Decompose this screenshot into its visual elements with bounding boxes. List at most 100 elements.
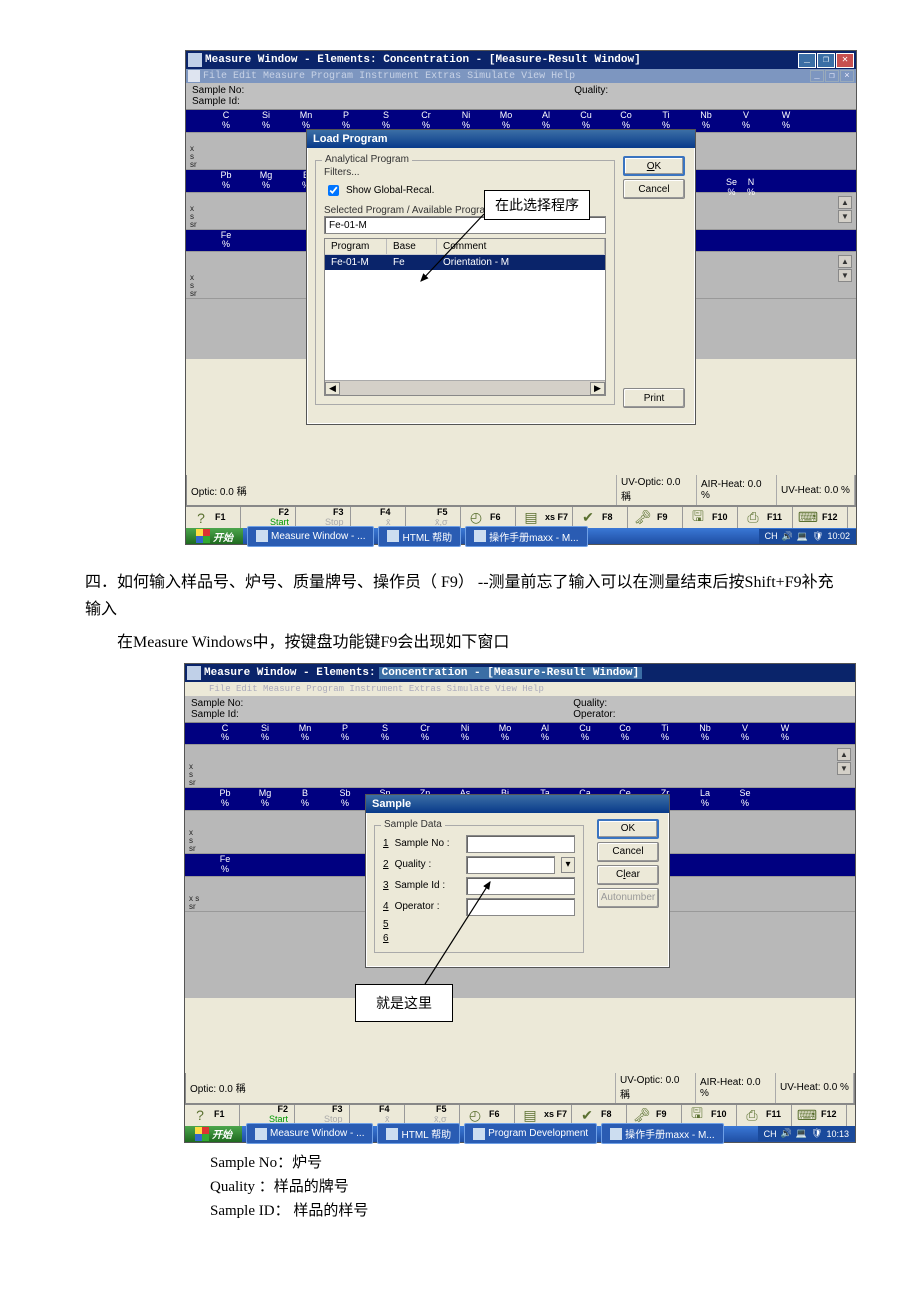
sample-info: Sample No: Sample Id: Quality: — [186, 83, 856, 110]
tray-sound-icon[interactable]: 🔊 — [781, 1128, 792, 1139]
taskbar-item[interactable]: HTML 帮助 — [378, 526, 461, 547]
taskbar-item[interactable]: Program Development — [464, 1123, 597, 1144]
fkey-f11[interactable]: ⎙F11 — [737, 1105, 792, 1126]
row-accel-4[interactable]: 4 — [383, 901, 389, 912]
callout-select-program: 在此选择程序 — [484, 190, 590, 220]
taskbar-item[interactable]: 操作手册maxx - M... — [601, 1123, 723, 1144]
col-program: Program — [325, 239, 387, 254]
program-list[interactable]: Program Base Comment Fe-01-M Fe Orientat… — [324, 238, 606, 396]
fkey-f10[interactable]: 🖫F10 — [683, 507, 738, 528]
tray-sound-icon[interactable]: 🔊 — [782, 531, 793, 542]
taskbar-app-icon — [473, 1128, 485, 1140]
fkey-f1[interactable]: ?F1 — [185, 1105, 240, 1126]
F1-icon: ? — [189, 1104, 211, 1126]
element-c: C% — [206, 110, 246, 132]
mdi-min-icon[interactable]: _ — [810, 70, 824, 82]
menu-file[interactable]: File — [203, 71, 227, 82]
window-title-text: Measure Window - Elements: Concentration… — [205, 54, 641, 66]
fkey-f1[interactable]: ?F1 — [186, 507, 241, 528]
start-button[interactable]: 开始 — [185, 1126, 242, 1142]
taskbar-app-icon — [474, 530, 486, 542]
def-sample-no: Sample No：炉号 — [210, 1151, 710, 1175]
row-accel-1[interactable]: 1 — [383, 838, 389, 849]
close-icon[interactable]: ✕ — [836, 53, 854, 68]
menu-faint: File Edit Measure Program Instrument Ext… — [185, 682, 855, 696]
mdi-close-icon[interactable]: × — [840, 70, 854, 82]
print-button[interactable]: Print — [623, 388, 685, 408]
tray-net-icon[interactable]: 💻 — [796, 1128, 807, 1139]
scroll-up-icon[interactable]: ▲ — [837, 748, 851, 761]
status-uvoptic: UV-Optic: 0.0 稱 — [620, 1075, 691, 1101]
row-accel-5[interactable]: 5 — [383, 919, 389, 930]
row-accel-2[interactable]: 2 — [383, 859, 389, 870]
tray-safe-icon[interactable]: 🛡 — [811, 1128, 822, 1139]
menu-edit[interactable]: Edit — [233, 71, 257, 82]
menu-simulate[interactable]: Simulate — [467, 71, 515, 82]
minimize-icon[interactable]: _ — [798, 53, 816, 68]
filters-link[interactable]: Filters... — [324, 167, 606, 178]
combo-dropdown-icon[interactable]: ▾ — [561, 857, 575, 873]
scroll-up-icon[interactable]: ▲ — [838, 196, 852, 209]
F9-icon: 🗝 — [632, 507, 654, 529]
element-fe: Fe% — [206, 230, 246, 252]
window-title: Measure Window - Elements: Concentration… — [186, 51, 856, 69]
status-optic: Optic: 0.0 稱 — [191, 483, 247, 498]
maximize-icon[interactable]: ❐ — [817, 53, 835, 68]
taskbar-app-icon — [256, 530, 268, 542]
F10-icon: 🖫 — [687, 507, 709, 529]
scroll-down-icon[interactable]: ▼ — [838, 210, 852, 223]
tray-lang[interactable]: CH — [765, 531, 778, 541]
fkey-f9[interactable]: 🗝F9 — [628, 507, 683, 528]
scroll-right-icon[interactable]: ▶ — [590, 382, 605, 395]
fkey-f12[interactable]: ⌨F12 — [792, 1105, 847, 1126]
list-row-selected[interactable]: Fe-01-M Fe Orientation - M — [325, 255, 605, 270]
scroll-down-icon[interactable]: ▼ — [838, 269, 852, 282]
taskbar-item[interactable]: HTML 帮助 — [377, 1123, 460, 1144]
row-input-1[interactable] — [466, 835, 575, 853]
windows-logo-icon — [196, 529, 210, 543]
row-input-3[interactable] — [466, 877, 575, 895]
menu-extras[interactable]: Extras — [425, 71, 461, 82]
start-button[interactable]: 开始 — [186, 528, 243, 544]
element-p: P% — [325, 723, 365, 745]
clear-button[interactable]: Clear — [597, 865, 659, 885]
F12-icon: ⌨ — [797, 507, 819, 529]
horizontal-scrollbar[interactable]: ◀ ▶ — [325, 380, 605, 395]
taskbar-item[interactable]: 操作手册maxx - M... — [465, 526, 587, 547]
load-program-dialog: Load Program Analytical Program Filters.… — [306, 129, 696, 425]
menu-program[interactable]: Program — [311, 71, 353, 82]
row-input-4[interactable] — [466, 898, 575, 916]
scroll-left-icon[interactable]: ◀ — [325, 382, 340, 395]
row-accel-3[interactable]: 3 — [383, 880, 389, 891]
tray-safe-icon[interactable]: 🛡 — [812, 531, 823, 542]
ok-button[interactable]: OK — [597, 819, 659, 839]
element-pb: Pb% — [205, 788, 245, 810]
element-v: V% — [725, 723, 765, 745]
scroll-down-icon[interactable]: ▼ — [837, 762, 851, 775]
tray-net-icon[interactable]: 💻 — [797, 531, 808, 542]
element-la: La% — [685, 788, 725, 810]
fieldset-legend: Sample Data — [381, 819, 445, 830]
scroll-up-icon[interactable]: ▲ — [838, 255, 852, 268]
fkey-f12[interactable]: ⌨F12 — [793, 507, 848, 528]
row-input-2[interactable] — [466, 856, 555, 874]
cancel-button[interactable]: Cancel — [597, 842, 659, 862]
sample-id-label: Sample Id: — [191, 709, 243, 720]
taskbar-app-icon — [387, 530, 399, 542]
element-mg: Mg% — [246, 170, 286, 192]
taskbar-app-icon — [255, 1128, 267, 1140]
ok-button[interactable]: OOKK — [623, 156, 685, 176]
mdi-max-icon[interactable]: ❐ — [825, 70, 839, 82]
status-uvheat: UV-Heat: 0.0 % — [780, 1082, 849, 1093]
menu-instrument[interactable]: Instrument — [359, 71, 419, 82]
menu-view[interactable]: View — [521, 71, 545, 82]
tray-lang[interactable]: CH — [764, 1129, 777, 1139]
fkey-f11[interactable]: ⎙F11 — [738, 507, 793, 528]
cancel-button[interactable]: Cancel — [623, 179, 685, 199]
menu-measure[interactable]: Measure — [263, 71, 305, 82]
menu-help[interactable]: Help — [551, 71, 575, 82]
autonumber-button: Autonumber — [597, 888, 659, 908]
taskbar-item[interactable]: Measure Window - ... — [247, 526, 374, 547]
taskbar-item[interactable]: Measure Window - ... — [246, 1123, 373, 1144]
row-accel-6[interactable]: 6 — [383, 933, 389, 944]
